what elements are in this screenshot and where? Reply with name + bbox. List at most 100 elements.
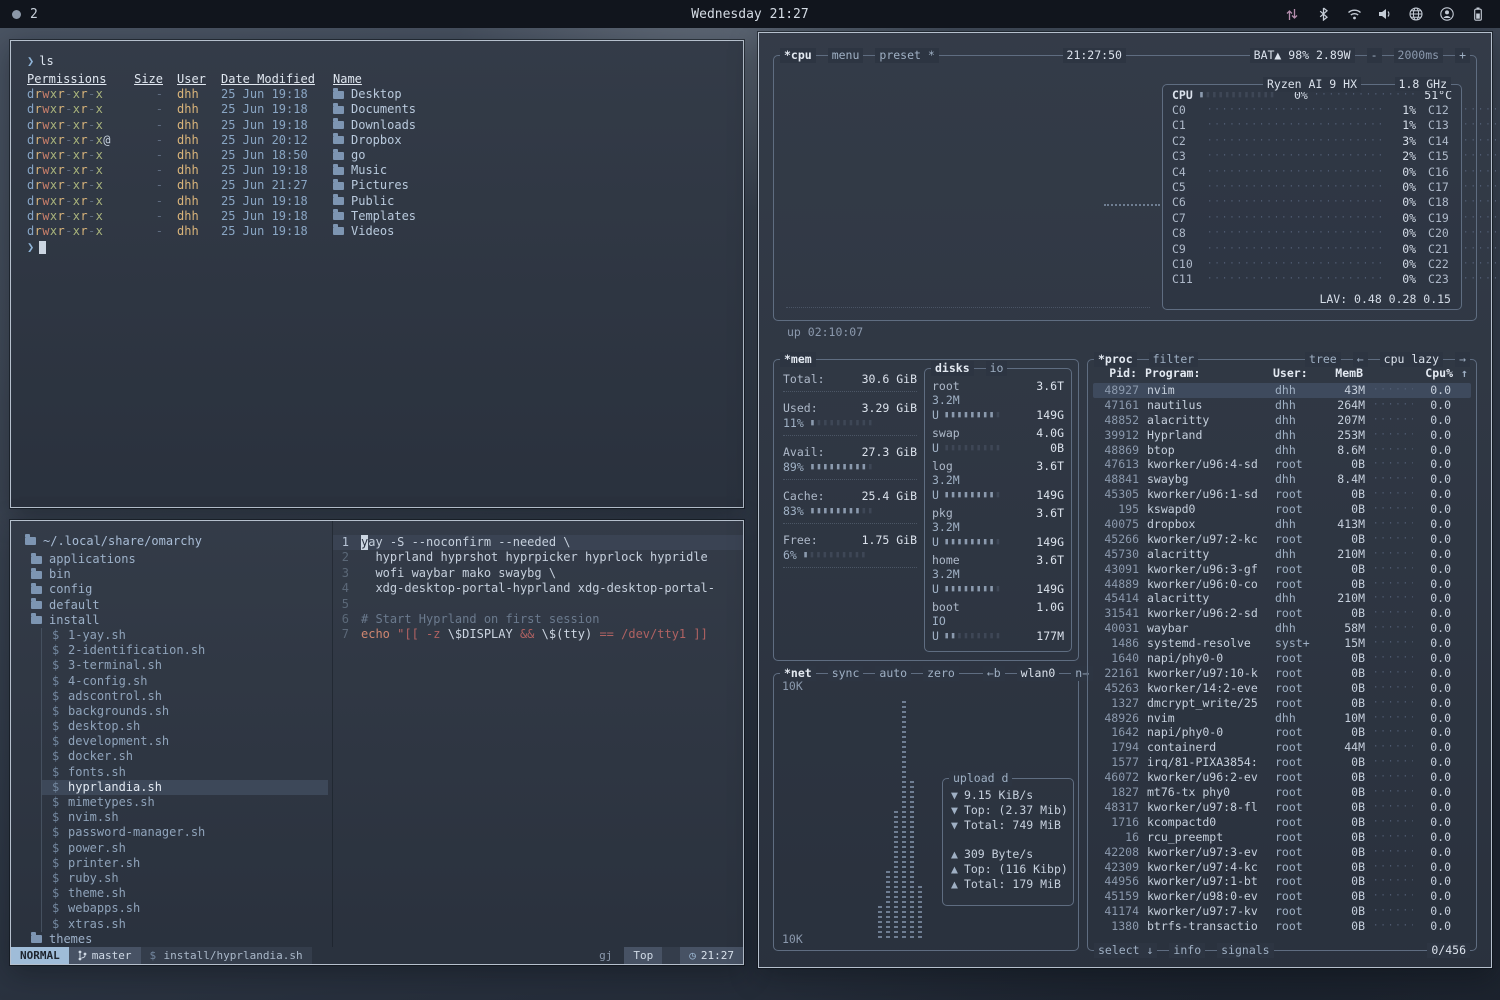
process-row[interactable]: 45159kworker/u98:0-evroot0B········0.0 bbox=[1093, 889, 1471, 904]
process-row[interactable]: 1380btrfs-transactioroot0B········0.0 bbox=[1093, 919, 1471, 934]
interval-plus-button[interactable]: + bbox=[1455, 48, 1470, 63]
editor-buffer[interactable]: 1yay -S --noconfirm --needed \2 hyprland… bbox=[333, 521, 743, 947]
process-row[interactable]: 39912Hyprlanddhh253M········0.0 bbox=[1093, 428, 1471, 443]
sort-next-button[interactable]: → bbox=[1455, 352, 1470, 367]
user-icon[interactable] bbox=[1439, 6, 1455, 22]
process-row[interactable]: 48841swaybgdhh8.4M········0.0 bbox=[1093, 472, 1471, 487]
sort-prev-button[interactable]: ← bbox=[1353, 352, 1368, 367]
process-row[interactable]: 195kswapd0root0B········0.0 bbox=[1093, 502, 1471, 517]
net-iface-prev[interactable]: ←b bbox=[983, 666, 1005, 681]
tree-item-docker.sh[interactable]: $docker.sh bbox=[42, 749, 332, 764]
header-program[interactable]: Program: bbox=[1145, 366, 1265, 380]
tree-item-3-terminal.sh[interactable]: $3-terminal.sh bbox=[42, 658, 332, 673]
net-auto-button[interactable]: auto bbox=[875, 666, 911, 681]
process-row[interactable]: 48926nvimdhh10M········0.0 bbox=[1093, 711, 1471, 726]
tree-item-nvim.sh[interactable]: $nvim.sh bbox=[42, 810, 332, 825]
io-toggle[interactable]: io bbox=[986, 361, 1008, 376]
process-row[interactable]: 47613kworker/u96:4-sdroot0B········0.0 bbox=[1093, 457, 1471, 472]
tree-item-config[interactable]: config bbox=[25, 582, 332, 597]
tree-item-bin[interactable]: bin bbox=[25, 567, 332, 582]
process-row[interactable]: 1827mt76-tx phy0root0B········0.0 bbox=[1093, 785, 1471, 800]
network-globe-icon[interactable] bbox=[1408, 6, 1424, 22]
disks-box-title[interactable]: disks bbox=[931, 361, 974, 376]
process-row[interactable]: 45263kworker/14:2-everoot0B········0.0 bbox=[1093, 681, 1471, 696]
process-row[interactable]: 48317kworker/u97:8-flroot0B········0.0 bbox=[1093, 800, 1471, 815]
process-row[interactable]: 43091kworker/u96:3-gfroot0B········0.0 bbox=[1093, 562, 1471, 577]
process-row[interactable]: 1640napi/phy0-0root0B········0.0 bbox=[1093, 651, 1471, 666]
process-row[interactable]: 1577irq/81-PIXA3854:root0B········0.0 bbox=[1093, 755, 1471, 770]
tree-item-power.sh[interactable]: $power.sh bbox=[42, 841, 332, 856]
tree-item-password-manager.sh[interactable]: $password-manager.sh bbox=[42, 825, 332, 840]
system-monitor-window[interactable]: *cpu menu preset * 21:27:50 BAT▲ 98% 2.8… bbox=[758, 32, 1492, 968]
process-row[interactable]: 44956kworker/u97:1-btroot0B········0.0 bbox=[1093, 874, 1471, 889]
process-row[interactable]: 45730alacrittydhh210M········0.0 bbox=[1093, 547, 1471, 562]
tree-item-hyprlandia.sh[interactable]: $hyprlandia.sh bbox=[42, 780, 328, 795]
process-row[interactable]: 40075dropboxdhh413M········0.0 bbox=[1093, 517, 1471, 532]
process-row[interactable]: 41174kworker/u97:7-kvroot0B········0.0 bbox=[1093, 904, 1471, 919]
process-row[interactable]: 1642napi/phy0-0root0B········0.0 bbox=[1093, 725, 1471, 740]
net-zero-button[interactable]: zero bbox=[923, 666, 959, 681]
net-sync-button[interactable]: sync bbox=[828, 666, 864, 681]
header-pid[interactable]: Pid: bbox=[1093, 366, 1137, 380]
process-row[interactable]: 48869btopdhh8.6M········0.0 bbox=[1093, 443, 1471, 458]
process-row[interactable]: 42208kworker/u97:3-evroot0B········0.0 bbox=[1093, 845, 1471, 860]
process-row[interactable]: 45305kworker/u96:1-sdroot0B········0.0 bbox=[1093, 487, 1471, 502]
tree-item-adscontrol.sh[interactable]: $adscontrol.sh bbox=[42, 689, 332, 704]
filter-button[interactable]: filter bbox=[1149, 352, 1199, 367]
terminal-window[interactable]: ❯ls Permissions Size User Date Modified … bbox=[10, 40, 744, 508]
mem-box-title[interactable]: *mem bbox=[780, 352, 816, 367]
tree-item-applications[interactable]: applications bbox=[25, 552, 332, 567]
tree-item-development.sh[interactable]: $development.sh bbox=[42, 734, 332, 749]
tree-item-mimetypes.sh[interactable]: $mimetypes.sh bbox=[42, 795, 332, 810]
header-user[interactable]: User: bbox=[1273, 366, 1317, 380]
signals-button[interactable]: signals bbox=[1217, 943, 1273, 958]
battery-icon[interactable] bbox=[1470, 6, 1486, 22]
process-row[interactable]: 48852alacrittydhh207M········0.0 bbox=[1093, 413, 1471, 428]
tree-item-theme.sh[interactable]: $theme.sh bbox=[42, 886, 332, 901]
tree-item-2-identification.sh[interactable]: $2-identification.sh bbox=[42, 643, 332, 658]
tree-item-install[interactable]: install bbox=[25, 613, 332, 628]
process-row[interactable]: 1716kcompactd0root0B········0.0 bbox=[1093, 815, 1471, 830]
tree-item-desktop.sh[interactable]: $desktop.sh bbox=[42, 719, 332, 734]
process-row[interactable]: 45266kworker/u97:2-kcroot0B········0.0 bbox=[1093, 532, 1471, 547]
bluetooth-icon[interactable] bbox=[1315, 6, 1331, 22]
process-row[interactable]: 1794containerdroot44M········0.0 bbox=[1093, 740, 1471, 755]
workspace-icon[interactable] bbox=[12, 10, 21, 19]
wifi-icon[interactable] bbox=[1346, 6, 1362, 22]
process-row[interactable]: 40031waybardhh58M········0.0 bbox=[1093, 621, 1471, 636]
tree-item-themes[interactable]: themes bbox=[25, 932, 332, 947]
tree-toggle[interactable]: tree bbox=[1305, 352, 1341, 367]
updown-arrows-icon[interactable] bbox=[1284, 6, 1300, 22]
process-row[interactable]: 22161kworker/u97:10-kroot0B········0.0 bbox=[1093, 666, 1471, 681]
process-row[interactable]: 44889kworker/u96:0-coroot0B········0.0 bbox=[1093, 577, 1471, 592]
process-row[interactable]: 47161nautilusdhh264M········0.0 bbox=[1093, 398, 1471, 413]
editor-window[interactable]: ~/.local/share/omarchy applicationsbinco… bbox=[10, 520, 744, 965]
tree-item-default[interactable]: default bbox=[25, 598, 332, 613]
select-button[interactable]: select ↓ bbox=[1094, 943, 1157, 958]
header-cpu[interactable]: Cpu% bbox=[1423, 366, 1453, 380]
process-row[interactable]: 31541kworker/u96:2-sdroot0B········0.0 bbox=[1093, 606, 1471, 621]
info-button[interactable]: info bbox=[1169, 943, 1205, 958]
tree-item-1-yay.sh[interactable]: $1-yay.sh bbox=[42, 628, 332, 643]
preset-button[interactable]: preset * bbox=[875, 48, 938, 63]
tree-item-xtras.sh[interactable]: $xtras.sh bbox=[42, 917, 332, 932]
process-row[interactable]: 16rcu_preemptroot0B········0.0 bbox=[1093, 830, 1471, 845]
process-row[interactable]: 1327dmcrypt_write/25root0B········0.0 bbox=[1093, 696, 1471, 711]
menu-button[interactable]: menu bbox=[828, 48, 864, 63]
tree-item-webapps.sh[interactable]: $webapps.sh bbox=[42, 901, 332, 916]
process-row[interactable]: 1486systemd-resolvesyst+15M········0.0 bbox=[1093, 636, 1471, 651]
tree-item-printer.sh[interactable]: $printer.sh bbox=[42, 856, 332, 871]
interval-minus-button[interactable]: - bbox=[1367, 48, 1382, 63]
process-row[interactable]: 42309kworker/u97:4-kcroot0B········0.0 bbox=[1093, 860, 1471, 875]
tree-item-backgrounds.sh[interactable]: $backgrounds.sh bbox=[42, 704, 332, 719]
header-mem[interactable]: MemB bbox=[1325, 366, 1363, 380]
process-row[interactable]: 48927nvimdhh43M········0.0 bbox=[1093, 383, 1471, 398]
process-row[interactable]: 46072kworker/u96:2-evroot0B········0.0 bbox=[1093, 770, 1471, 785]
tree-item-4-config.sh[interactable]: $4-config.sh bbox=[42, 674, 332, 689]
file-tree-root[interactable]: ~/.local/share/omarchy bbox=[25, 533, 332, 549]
workspace-indicator[interactable]: 2 bbox=[30, 7, 38, 22]
volume-icon[interactable] bbox=[1377, 6, 1393, 22]
tree-item-fonts.sh[interactable]: $fonts.sh bbox=[42, 765, 332, 780]
tree-item-ruby.sh[interactable]: $ruby.sh bbox=[42, 871, 332, 886]
cpu-box-title[interactable]: *cpu bbox=[780, 48, 816, 63]
